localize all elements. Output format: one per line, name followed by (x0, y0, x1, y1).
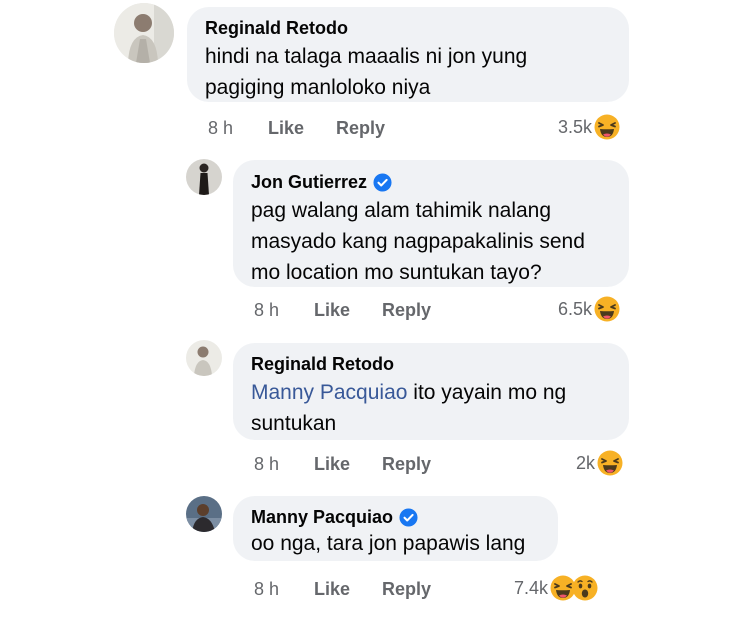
reaction-summary[interactable]: 3.5k (558, 114, 620, 140)
reaction-count: 6.5k (558, 298, 593, 319)
wow-icon (572, 575, 598, 601)
like-button[interactable]: Like (314, 300, 350, 321)
reaction-count: 3.5k (558, 116, 593, 137)
avatar[interactable] (186, 340, 222, 376)
mention-link[interactable]: Manny Pacquiao (251, 381, 407, 404)
reaction-summary[interactable]: 6.5k (558, 296, 620, 322)
haha-icon (594, 296, 620, 322)
reply-button[interactable]: Reply (382, 454, 431, 475)
reply-button[interactable]: Reply (382, 300, 431, 321)
comment-bubble: Reginald Retodo hindi na talaga maaalis … (187, 7, 629, 102)
timestamp[interactable]: 8 h (254, 300, 279, 321)
comment-bubble: Manny Pacquiao oo nga, tara jon papawis … (233, 496, 558, 561)
timestamp[interactable]: 8 h (254, 579, 279, 600)
comment-author[interactable]: Jon Gutierrez (251, 171, 611, 193)
haha-icon (597, 450, 623, 476)
comment-text: pag walang alam tahimik nalang masyado k… (251, 199, 585, 284)
comment-text: hindi na talaga maaalis ni jon yung pagi… (205, 45, 528, 99)
comment-bubble: Jon Gutierrez pag walang alam tahimik na… (233, 160, 629, 287)
timestamp[interactable]: 8 h (254, 454, 279, 475)
avatar[interactable] (114, 3, 174, 63)
reaction-summary[interactable]: 2k (576, 450, 623, 476)
comment-actions: 8 h Like Reply (0, 579, 734, 603)
like-button[interactable]: Like (314, 454, 350, 475)
comment-author[interactable]: Manny Pacquiao (251, 506, 540, 528)
comment-actions: 8 h Like Reply (0, 454, 734, 478)
haha-icon (594, 114, 620, 140)
comment-text: Manny Pacquiao ito yayain mo ng suntukan (251, 381, 567, 435)
reply-button[interactable]: Reply (382, 579, 431, 600)
comment-text: oo nga, tara jon papawis lang (251, 532, 526, 555)
comment-bubble: Reginald Retodo Manny Pacquiao ito yayai… (233, 343, 629, 440)
comment-actions: 8 h Like Reply (0, 300, 734, 324)
comment-author[interactable]: Reginald Retodo (205, 17, 611, 39)
avatar[interactable] (186, 496, 222, 532)
comment-author[interactable]: Reginald Retodo (251, 353, 611, 375)
like-button[interactable]: Like (268, 118, 304, 139)
reply-button[interactable]: Reply (336, 118, 385, 139)
comment-actions: 8 h Like Reply (0, 118, 734, 142)
reaction-summary[interactable]: 7.4k (514, 575, 598, 601)
timestamp[interactable]: 8 h (208, 118, 233, 139)
verified-badge-icon (373, 173, 392, 192)
like-button[interactable]: Like (314, 579, 350, 600)
reaction-count: 7.4k (514, 577, 549, 598)
verified-badge-icon (399, 508, 418, 527)
avatar[interactable] (186, 159, 222, 195)
reaction-count: 2k (576, 452, 596, 473)
